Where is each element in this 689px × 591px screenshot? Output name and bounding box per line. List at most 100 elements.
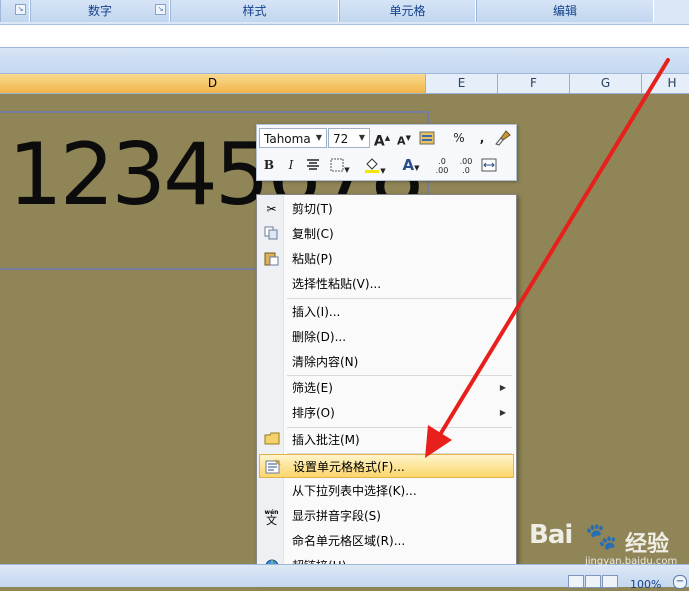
scissors-icon: ✂	[266, 202, 277, 216]
comma-style-button[interactable]: ,	[472, 128, 492, 148]
grow-font-button[interactable]: A▲	[372, 128, 392, 150]
font-name-value: Tahoma	[264, 132, 311, 146]
ribbon-group-number-label: 数字	[87, 4, 112, 18]
page-layout-view-button[interactable]	[585, 575, 601, 588]
menu-item-label: 粘贴(P)	[292, 252, 333, 266]
formula-bar[interactable]	[0, 25, 689, 48]
menu-item-label: 插入批注(M)	[292, 433, 360, 447]
column-header-f[interactable]: F	[498, 74, 570, 93]
decrease-decimal-button[interactable]: .00 .0	[455, 155, 477, 177]
column-header-e[interactable]: E	[426, 74, 498, 93]
font-size-box[interactable]: 72 ▼	[328, 128, 370, 148]
percent-style-button[interactable]: %	[449, 128, 469, 148]
font-size-value: 72	[333, 132, 349, 146]
normal-view-button[interactable]	[568, 575, 584, 588]
merge-cells-icon	[481, 158, 497, 172]
italic-button[interactable]: I	[281, 155, 301, 175]
fill-color-button[interactable]: ▼	[359, 155, 391, 175]
borders-button[interactable]: ▼	[327, 155, 353, 175]
menu-item-clear-contents[interactable]: 清除内容(N)	[259, 350, 514, 374]
decrease-decimal-icon: .00 .0	[459, 157, 473, 175]
baidu-watermark: Bai 🐾 经验 jingyan.baidu.com	[525, 520, 685, 570]
submenu-arrow-icon: ▶	[499, 383, 506, 392]
font-name-box[interactable]: Tahoma ▼	[259, 128, 327, 148]
menu-item-label: 显示拼音字段(S)	[292, 509, 381, 523]
format-painter-button[interactable]	[493, 128, 513, 148]
ribbon-group-editing-label: 编辑	[552, 4, 577, 18]
toolbar-strip	[0, 48, 689, 74]
column-header-d[interactable]: D	[0, 74, 426, 93]
menu-item-label: 筛选(E)	[292, 381, 333, 395]
comment-icon	[263, 432, 280, 448]
menu-item-pick-from-list[interactable]: 从下拉列表中选择(K)...	[259, 479, 514, 503]
menu-item-delete[interactable]: 删除(D)...	[259, 325, 514, 349]
menu-item-copy[interactable]: 复制(C)	[259, 222, 514, 246]
menu-item-label: 删除(D)...	[292, 330, 347, 344]
menu-item-label: 从下拉列表中选择(K)...	[292, 484, 417, 498]
submenu-arrow-icon: ▶	[499, 408, 506, 417]
shrink-font-button[interactable]: A▼	[394, 128, 414, 148]
menu-item-label: 排序(O)	[292, 406, 335, 420]
table-style-icon	[419, 131, 435, 145]
menu-item-cut[interactable]: ✂ 剪切(T)	[259, 197, 514, 221]
menu-item-insert-comment[interactable]: 插入批注(M)	[259, 428, 514, 452]
watermark-url: jingyan.baidu.com	[585, 556, 678, 567]
column-header-h[interactable]: H	[642, 74, 689, 93]
context-menu: ✂ 剪切(T) 复制(C) 粘贴(P) 选择性粘贴(V)... 插入(I)...…	[256, 194, 517, 582]
menu-item-label: 插入(I)...	[292, 305, 341, 319]
menu-item-label: 设置单元格格式(F)...	[293, 460, 405, 474]
dialog-launcher-icon[interactable]: ↘	[155, 4, 166, 15]
menu-item-define-name[interactable]: 命名单元格区域(R)...	[259, 529, 514, 553]
grow-font-icon: A	[373, 133, 385, 150]
menu-item-label: 清除内容(N)	[292, 355, 359, 369]
menu-item-paste-special[interactable]: 选择性粘贴(V)...	[259, 272, 514, 296]
center-align-button[interactable]	[303, 155, 323, 175]
zoom-level[interactable]: 100%	[630, 578, 661, 591]
ribbon-group-editing: 编辑	[476, 0, 654, 22]
paint-bucket-icon	[365, 158, 380, 173]
menu-item-label: 命名单元格区域(R)...	[292, 534, 406, 548]
menu-item-label: 选择性粘贴(V)...	[292, 277, 382, 291]
ribbon-group-styles-label: 样式	[242, 4, 267, 18]
format-painter-style-button[interactable]	[417, 128, 437, 148]
mini-toolbar-row-1: Tahoma ▼ 72 ▼ A▲ A▼ % ,	[259, 125, 514, 150]
menu-item-label: 剪切(T)	[292, 202, 333, 216]
font-color-button[interactable]: A▼	[397, 155, 425, 175]
menu-item-sort[interactable]: 排序(O) ▶	[259, 401, 514, 425]
ribbon-group-bar: ↘ 数字 ↘ 样式 单元格 编辑	[0, 0, 689, 25]
menu-item-show-pinyin[interactable]: wén 文 显示拼音字段(S)	[259, 504, 514, 528]
format-cells-icon	[264, 459, 281, 475]
menu-item-paste[interactable]: 粘贴(P)	[259, 247, 514, 271]
ribbon-group-styles: 样式	[170, 0, 339, 22]
shrink-font-icon: A	[397, 134, 406, 148]
menu-item-format-cells[interactable]: 设置单元格格式(F)...	[259, 454, 514, 478]
dropdown-arrow-icon[interactable]: ▼	[356, 129, 368, 147]
paw-icon: 🐾	[585, 522, 618, 552]
bold-button[interactable]: B	[259, 155, 279, 175]
pinyin-icon: wén 文	[264, 509, 279, 527]
page-break-view-button[interactable]	[602, 575, 618, 588]
zoom-out-icon[interactable]: −	[673, 575, 687, 589]
menu-item-label: 复制(C)	[292, 227, 334, 241]
align-center-icon	[307, 159, 319, 170]
merge-center-button[interactable]	[479, 155, 499, 175]
font-color-icon: A	[402, 156, 415, 174]
watermark-brand-cn: 经验	[625, 532, 670, 557]
ribbon-group-cells: 单元格	[339, 0, 476, 22]
column-header-g[interactable]: G	[570, 74, 642, 93]
mini-toolbar-row-2: B I ▼ ▼ A▼ .0 .00 .00 .0	[259, 152, 514, 176]
mini-toolbar: Tahoma ▼ 72 ▼ A▲ A▼ % , B I ▼ ▼ A▼ .0 .0…	[256, 124, 517, 181]
dialog-launcher-icon[interactable]: ↘	[15, 4, 26, 15]
copy-icon	[263, 226, 280, 242]
watermark-brand: Bai	[529, 520, 573, 550]
menu-separator	[287, 298, 512, 299]
border-icon	[330, 158, 344, 172]
increase-decimal-icon: .0 .00	[435, 157, 449, 175]
ribbon-group-alignment: ↘	[0, 0, 30, 22]
menu-item-filter[interactable]: 筛选(E) ▶	[259, 376, 514, 400]
dropdown-arrow-icon[interactable]: ▼	[313, 129, 325, 147]
ribbon-group-number: 数字 ↘	[30, 0, 170, 22]
increase-decimal-button[interactable]: .0 .00	[431, 155, 453, 177]
column-headers: D E F G H	[0, 74, 689, 94]
menu-item-insert[interactable]: 插入(I)...	[259, 300, 514, 324]
